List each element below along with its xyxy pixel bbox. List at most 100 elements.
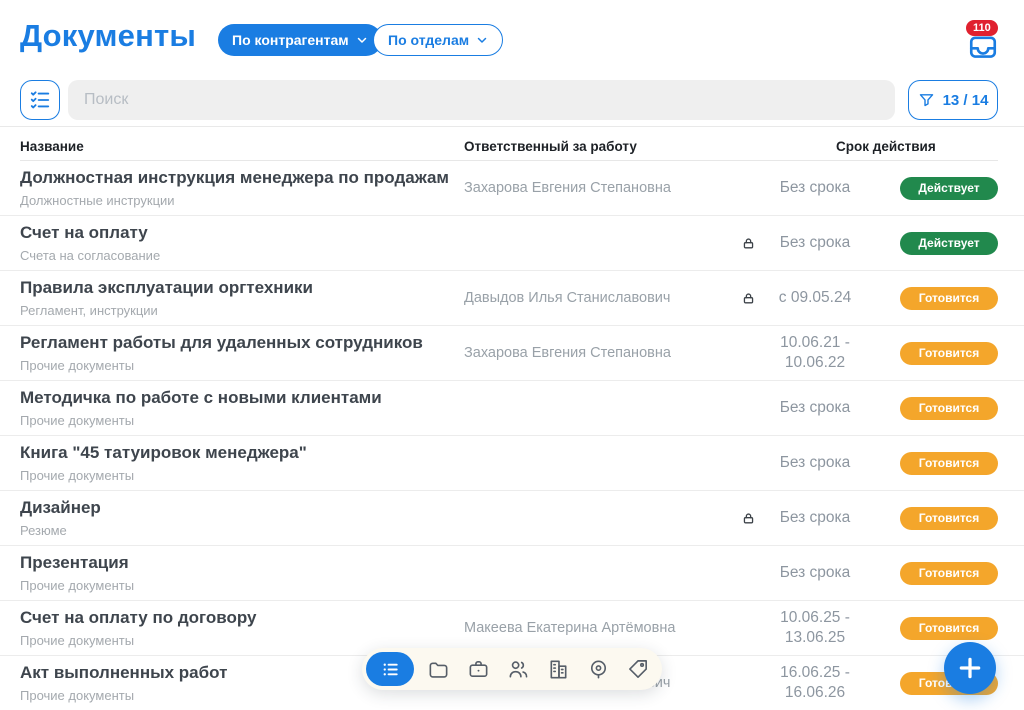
document-title: Счет на оплату xyxy=(20,223,452,243)
by-counterparty-dropdown[interactable]: По контрагентам xyxy=(218,24,382,56)
status-badge: Готовится xyxy=(900,452,998,475)
validity-period: 10.06.21 - 10.06.22 xyxy=(760,333,870,373)
add-document-button[interactable] xyxy=(944,642,996,694)
lock-cell xyxy=(736,182,760,195)
chevron-down-icon xyxy=(476,34,488,46)
divider xyxy=(0,126,1024,127)
validity-period: 16.06.25 - 16.06.26 xyxy=(760,663,870,703)
plus-icon xyxy=(957,655,983,681)
document-title: Дизайнер xyxy=(20,498,452,518)
lock-cell xyxy=(736,347,760,360)
page-title: Документы xyxy=(20,18,196,54)
responsible-person: Захарова Евгения Степановна xyxy=(464,180,736,196)
status-badge: Готовится xyxy=(900,397,998,420)
tag-icon xyxy=(627,658,650,681)
document-category: Прочие документы xyxy=(20,413,452,428)
briefcase-icon xyxy=(467,658,490,681)
table-row[interactable]: Регламент работы для удаленных сотрудник… xyxy=(0,326,1024,381)
document-title: Регламент работы для удаленных сотрудник… xyxy=(20,333,452,353)
document-name-cell: Книга "45 татуировок менеджера" Прочие д… xyxy=(20,443,464,482)
status-badge: Готовится xyxy=(900,507,998,530)
responsible-person: Макеева Екатерина Артёмовна xyxy=(464,620,736,636)
document-name-cell: Должностная инструкция менеджера по прод… xyxy=(20,168,464,207)
lock-cell xyxy=(736,677,760,690)
lock-cell xyxy=(736,402,760,415)
document-category: Прочие документы xyxy=(20,633,452,648)
list-settings-button[interactable] xyxy=(20,80,60,120)
document-category: Регламент, инструкции xyxy=(20,303,452,318)
column-header-validity: Срок действия xyxy=(836,139,936,154)
nav-folders-button[interactable] xyxy=(418,648,458,690)
nav-briefcase-button[interactable] xyxy=(458,648,498,690)
validity-period: с 09.05.24 xyxy=(760,288,870,308)
team-icon xyxy=(507,658,530,681)
nav-location-button[interactable] xyxy=(578,648,618,690)
document-name-cell: Методичка по работе с новыми клиентами П… xyxy=(20,388,464,427)
table-row[interactable]: Правила эксплуатации оргтехники Регламен… xyxy=(0,271,1024,326)
status-badge: Готовится xyxy=(900,562,998,585)
table-row[interactable]: Книга "45 татуировок менеджера" Прочие д… xyxy=(0,436,1024,491)
filter-count-button[interactable]: 13 / 14 xyxy=(908,80,998,120)
location-icon xyxy=(587,658,610,681)
checklist-icon xyxy=(29,89,51,111)
lock-cell xyxy=(736,237,760,250)
bottom-toolbar xyxy=(362,648,662,690)
lock-cell xyxy=(736,622,760,635)
document-name-cell: Счет на оплату Счета на согласование xyxy=(20,223,464,262)
status-badge: Готовится xyxy=(900,287,998,310)
document-title: Счет на оплату по договору xyxy=(20,608,452,628)
lock-cell xyxy=(736,292,760,305)
document-category: Прочие документы xyxy=(20,578,452,593)
document-title: Должностная инструкция менеджера по прод… xyxy=(20,168,452,188)
lock-cell xyxy=(736,457,760,470)
lock-icon xyxy=(742,292,755,305)
table-row[interactable]: Дизайнер Резюме Без срока Готовится xyxy=(0,491,1024,546)
filter-count-label: 13 / 14 xyxy=(943,92,989,109)
documents-page: Документы По контрагентам По отделам 110 xyxy=(0,0,1024,710)
validity-period: Без срока xyxy=(760,398,870,418)
table-header: Название Ответственный за работу Срок де… xyxy=(0,139,1024,159)
document-category: Счета на согласование xyxy=(20,248,452,263)
document-name-cell: Счет на оплату по договору Прочие докуме… xyxy=(20,608,464,647)
nav-tags-button[interactable] xyxy=(618,648,658,690)
by-counterparty-label: По контрагентам xyxy=(232,32,349,48)
table-row[interactable]: Презентация Прочие документы Без срока Г… xyxy=(0,546,1024,601)
chevron-down-icon xyxy=(356,34,368,46)
status-badge: Готовится xyxy=(900,617,998,640)
table-row[interactable]: Счет на оплату Счета на согласование Без… xyxy=(0,216,1024,271)
search-input[interactable] xyxy=(68,80,895,120)
document-category: Прочие документы xyxy=(20,358,452,373)
table-row[interactable]: Должностная инструкция менеджера по прод… xyxy=(0,161,1024,216)
status-badge: Действует xyxy=(900,232,998,255)
document-name-cell: Правила эксплуатации оргтехники Регламен… xyxy=(20,278,464,317)
validity-period: Без срока xyxy=(760,453,870,473)
table-row[interactable]: Методичка по работе с новыми клиентами П… xyxy=(0,381,1024,436)
status-badge: Готовится xyxy=(900,342,998,365)
validity-period: Без срока xyxy=(760,233,870,253)
document-title: Методичка по работе с новыми клиентами xyxy=(20,388,452,408)
document-name-cell: Регламент работы для удаленных сотрудник… xyxy=(20,333,464,372)
building-icon xyxy=(547,658,570,681)
column-header-name: Название xyxy=(20,139,84,154)
inbox-button[interactable]: 110 xyxy=(964,32,1002,64)
lock-icon xyxy=(742,237,755,250)
inbox-count-badge: 110 xyxy=(966,20,998,36)
status-badge: Действует xyxy=(900,177,998,200)
by-department-label: По отделам xyxy=(388,32,469,48)
nav-documents-button[interactable] xyxy=(366,652,414,686)
inbox-icon xyxy=(965,32,1001,62)
lock-cell xyxy=(736,512,760,525)
by-department-dropdown[interactable]: По отделам xyxy=(373,24,503,56)
nav-company-button[interactable] xyxy=(538,648,578,690)
responsible-person: Давыдов Илья Станиславович xyxy=(464,290,736,306)
document-category: Резюме xyxy=(20,523,452,538)
funnel-icon xyxy=(918,92,935,109)
document-title: Презентация xyxy=(20,553,452,573)
document-category: Прочие документы xyxy=(20,468,452,483)
document-name-cell: Презентация Прочие документы xyxy=(20,553,464,592)
lock-cell xyxy=(736,567,760,580)
document-title: Правила эксплуатации оргтехники xyxy=(20,278,452,298)
nav-team-button[interactable] xyxy=(498,648,538,690)
search-row: 13 / 14 xyxy=(20,80,998,120)
list-icon xyxy=(379,658,402,681)
